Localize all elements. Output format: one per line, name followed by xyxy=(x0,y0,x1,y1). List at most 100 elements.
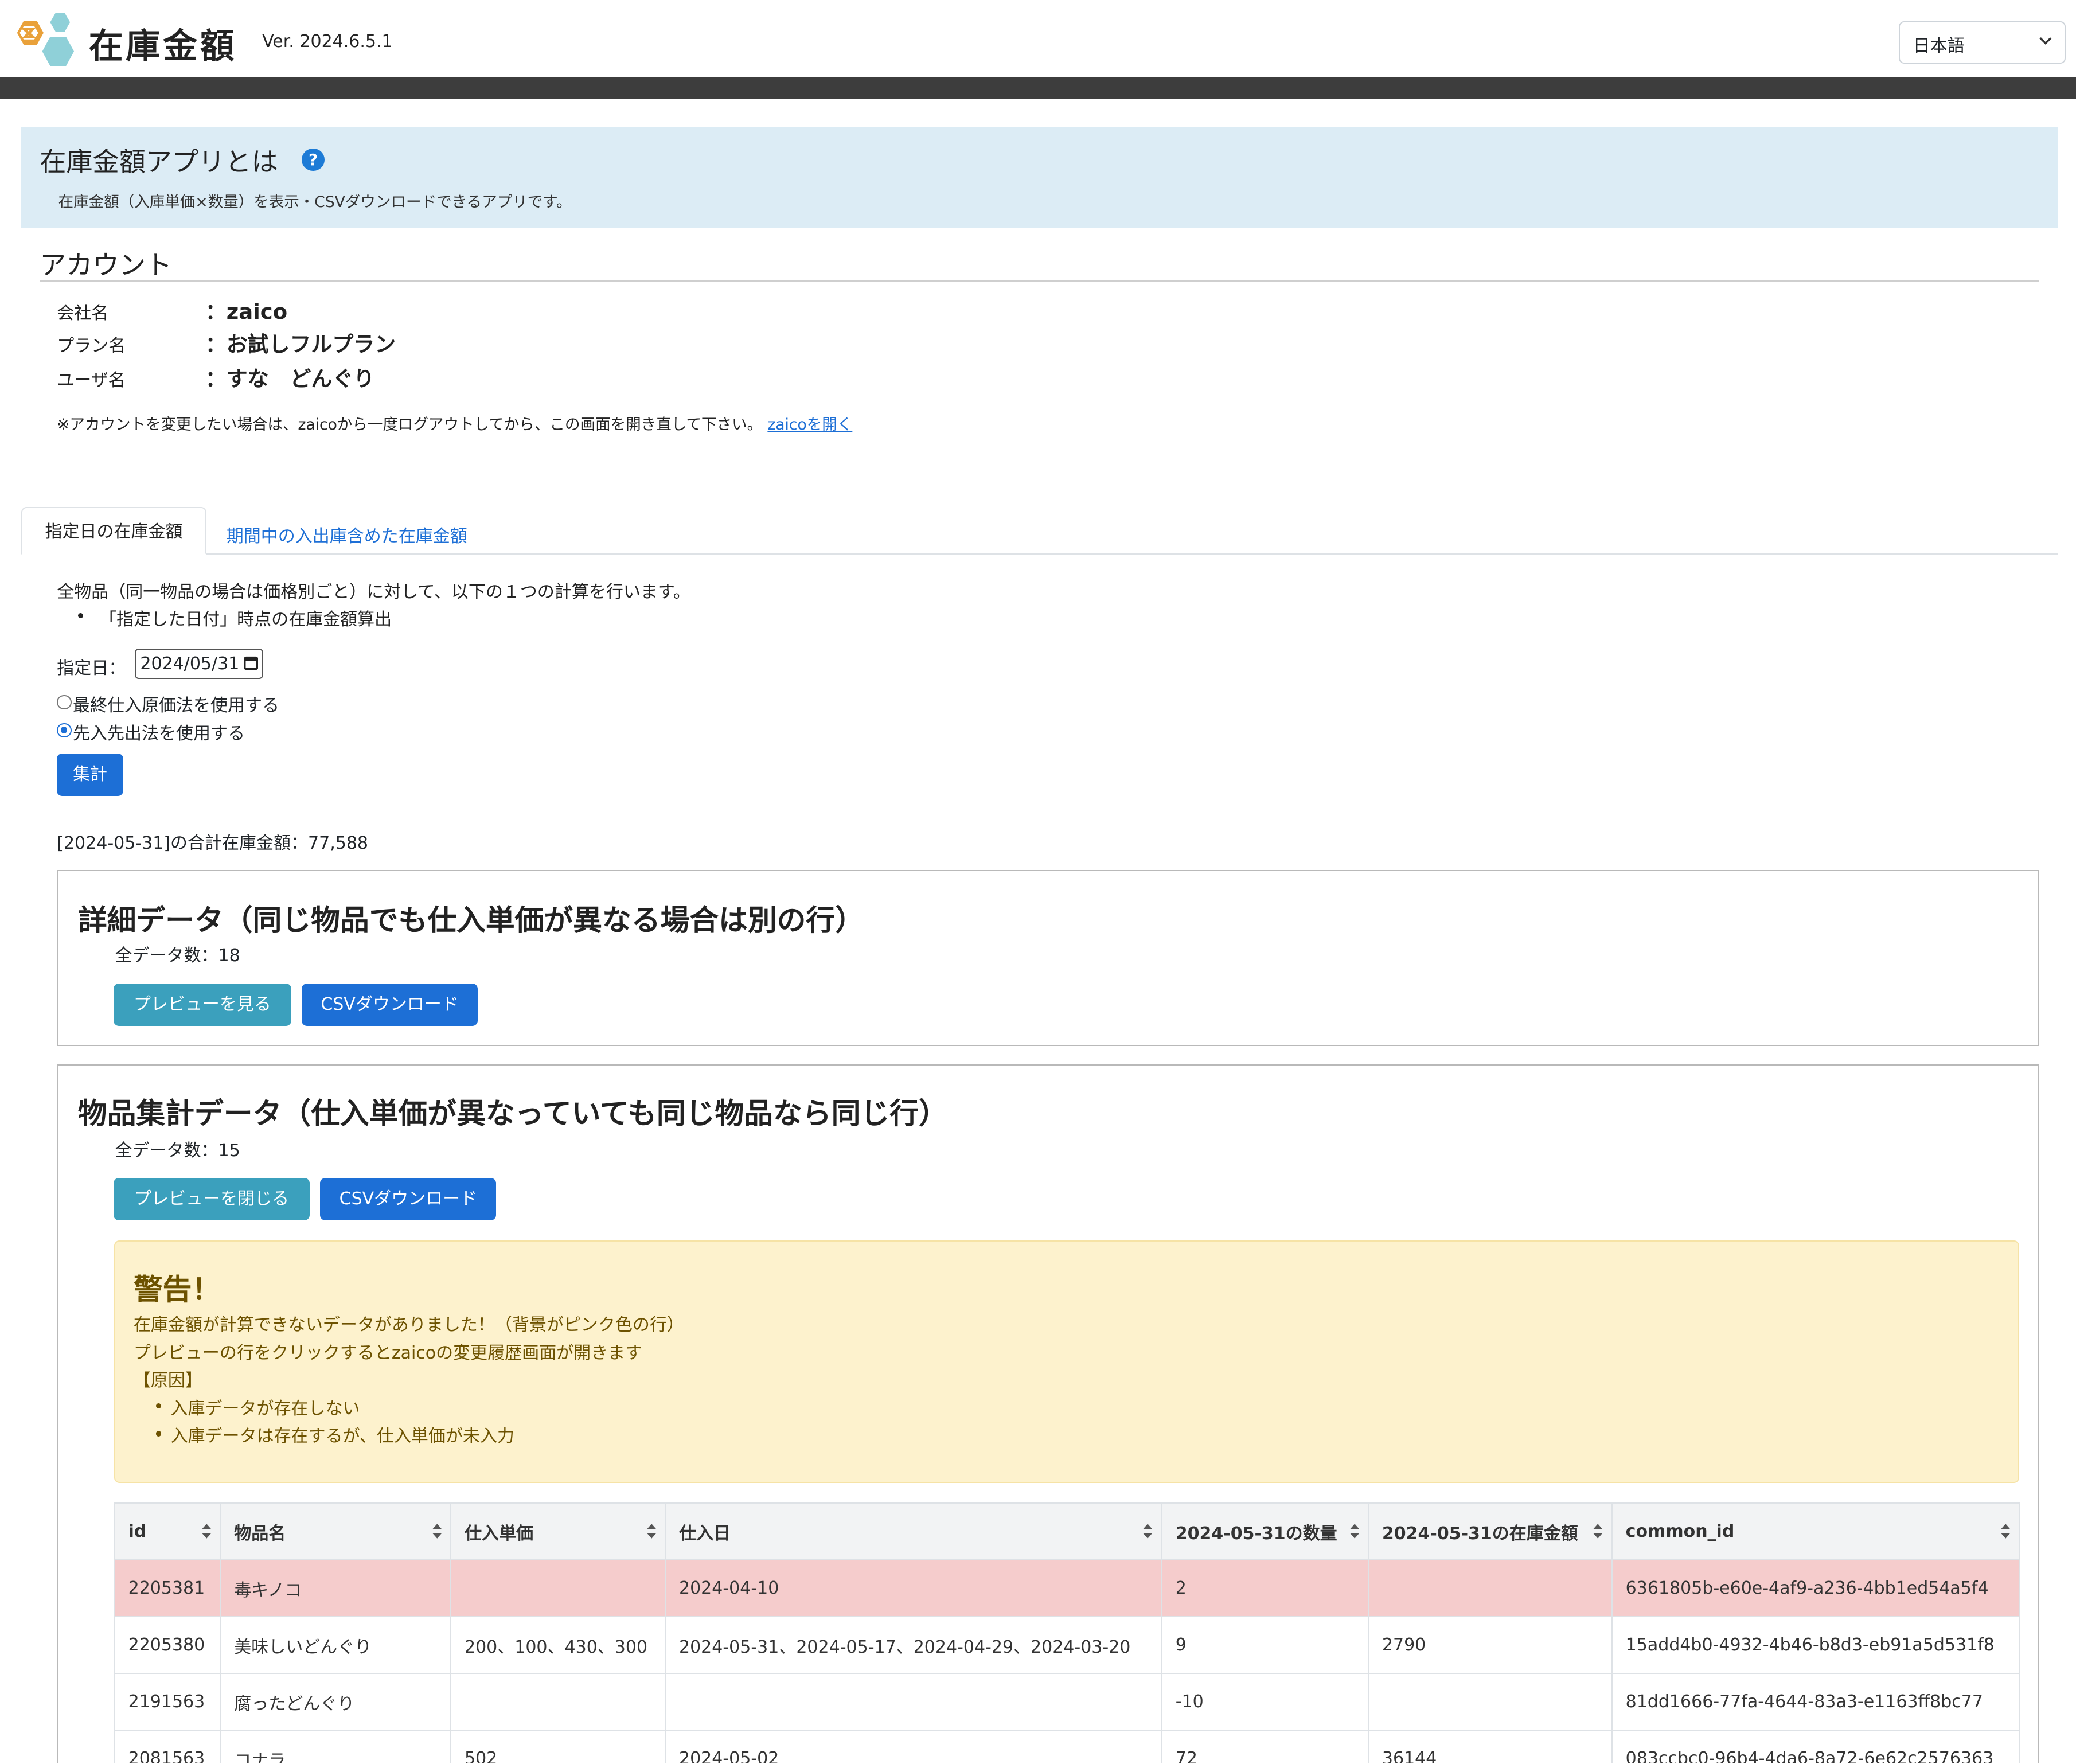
sort-icon xyxy=(1349,1523,1359,1539)
preview-table: id 物品名 仕入単価 仕入日 2024-05-31の数量 2024-05-31… xyxy=(114,1502,2020,1764)
table-cell: 502 xyxy=(450,1730,666,1764)
table-cell: 9 xyxy=(1161,1616,1369,1675)
date-value: 2024/05/31 xyxy=(140,654,240,674)
table-cell: 2205380 xyxy=(114,1616,221,1675)
header-divider-bar xyxy=(0,76,2076,100)
column-header-item-name[interactable]: 物品名 xyxy=(220,1502,451,1561)
column-header-id[interactable]: id xyxy=(114,1502,221,1561)
bullet-dot xyxy=(156,1403,162,1409)
summary-close-preview-button[interactable]: プレビューを閉じる xyxy=(114,1178,310,1221)
account-row-plan: プラン名 ：お試しフルプラン xyxy=(57,327,396,358)
calc-bullet: 「指定した日付」時点の在庫金額算出 xyxy=(99,610,392,630)
detail-data-card: 詳細データ（同じ物品でも仕入単価が異なる場合は別の行） 全データ数：18 プレビ… xyxy=(57,869,2039,1046)
table-cell: 81dd1666-77fa-4644-83a3-e1163ff8bc77 xyxy=(1611,1673,2020,1731)
warning-cause-heading: 【原因】 xyxy=(133,1371,202,1391)
warning-line: 在庫金額が計算できないデータがありました！（背景がピンク色の行） xyxy=(133,1315,684,1336)
question-icon[interactable]: ? xyxy=(302,148,325,171)
app-header: 在庫金額 Ver. 2024.6.5.1 日本語 xyxy=(0,0,2076,77)
table-cell: 083ccbc0-96b4-4da6-8a72-6e62c2576363 xyxy=(1611,1730,2020,1764)
table-cell: 2191563 xyxy=(114,1673,221,1731)
summary-csv-download-button[interactable]: CSVダウンロード xyxy=(320,1178,497,1221)
chevron-down-icon xyxy=(2039,37,2052,45)
column-header-unit-price[interactable]: 仕入単価 xyxy=(450,1502,666,1561)
table-cell: 腐ったどんぐり xyxy=(220,1673,451,1731)
open-zaico-link[interactable]: zaicoを開く xyxy=(767,416,852,434)
summary-card-title: 物品集計データ（仕入単価が異なっていても同じ物品なら同じ行） xyxy=(77,1096,948,1130)
radio-last-purchase-label: 最終仕入原価法を使用する xyxy=(72,696,279,716)
table-row-error[interactable]: 2205381 毒キノコ 2024-04-10 2 6361805b-e60e-… xyxy=(114,1559,2020,1618)
table-cell xyxy=(664,1673,1162,1731)
calc-description: 全物品（同一物品の場合は価格別ごと）に対して、以下の１つの計算を行います。 xyxy=(57,582,690,602)
detail-csv-download-button[interactable]: CSVダウンロード xyxy=(302,984,478,1026)
column-header-label: 2024-05-31の在庫金額 xyxy=(1382,1523,1578,1544)
sort-icon xyxy=(202,1523,212,1539)
warning-cause: 入庫データは存在するが、仕入単価が未入力 xyxy=(170,1426,514,1447)
table-cell xyxy=(1367,1559,1613,1618)
column-header-label: 仕入日 xyxy=(679,1523,731,1544)
warning-alert: 警告！ 在庫金額が計算できないデータがありました！（背景がピンク色の行） プレビ… xyxy=(114,1240,2019,1483)
summary-count: 全データ数：15 xyxy=(115,1140,240,1161)
detail-card-title: 詳細データ（同じ物品でも仕入単価が異なる場合は別の行） xyxy=(77,903,864,937)
account-note: ※アカウントを変更したい場合は、zaicoから一度ログアウトしてから、この画面を… xyxy=(57,412,852,434)
calendar-icon[interactable] xyxy=(244,655,258,670)
table-row[interactable]: 2081563 コナラ 502 2024-05-02 72 36144 083c… xyxy=(114,1730,2020,1764)
table-cell: 72 xyxy=(1161,1730,1369,1764)
intro-title: 在庫金額アプリとは xyxy=(40,146,278,177)
account-label: ユーザ名 xyxy=(57,370,126,391)
table-cell: 美味しいどんぐり xyxy=(220,1616,451,1675)
detail-preview-button[interactable]: プレビューを見る xyxy=(114,984,291,1026)
account-row-company: 会社名 ：zaico xyxy=(57,294,287,325)
radio-last-purchase[interactable] xyxy=(57,695,72,710)
table-cell: 2024-05-02 xyxy=(664,1730,1162,1764)
column-header-label: id xyxy=(128,1521,147,1542)
radio-fifo-label: 先入先出法を使用する xyxy=(72,723,245,744)
column-header-purchase-date[interactable]: 仕入日 xyxy=(664,1502,1162,1561)
bullet-dot xyxy=(78,612,84,619)
table-cell: 2205381 xyxy=(114,1559,221,1618)
table-row[interactable]: 2205380 美味しいどんぐり 200、100、430、300 2024-05… xyxy=(114,1616,2020,1675)
column-header-common-id[interactable]: common_id xyxy=(1611,1502,2020,1561)
table-cell: 2 xyxy=(1161,1559,1369,1618)
intro-description: 在庫金額（入庫単価×数量）を表示・CSVダウンロードできるアプリです。 xyxy=(58,193,572,212)
bullet-dot xyxy=(156,1431,162,1437)
aggregate-button[interactable]: 集計 xyxy=(57,753,123,796)
account-value: ：zaico xyxy=(205,299,288,324)
table-row[interactable]: 2191563 腐ったどんぐり -10 81dd1666-77fa-4644-8… xyxy=(114,1673,2020,1731)
column-header-inventory-amount[interactable]: 2024-05-31の在庫金額 xyxy=(1367,1502,1613,1561)
version-label: Ver. 2024.6.5.1 xyxy=(262,32,393,52)
table-cell xyxy=(450,1559,666,1618)
tab-period-inventory[interactable]: 期間中の入出庫含めた在庫金額 xyxy=(227,522,467,547)
sort-icon xyxy=(432,1523,442,1539)
account-value: ：すな どんぐり xyxy=(205,366,375,392)
table-cell: 6361805b-e60e-4af9-a236-4bb1ed54a5f4 xyxy=(1611,1559,2020,1618)
table-cell xyxy=(1367,1673,1613,1731)
account-divider xyxy=(40,280,2039,282)
tabs-divider xyxy=(21,553,2058,555)
column-header-label: 仕入単価 xyxy=(465,1523,533,1544)
table-cell: コナラ xyxy=(220,1730,451,1764)
date-label: 指定日： xyxy=(57,658,126,679)
column-header-label: 2024-05-31の数量 xyxy=(1175,1523,1337,1544)
sort-icon xyxy=(1143,1523,1153,1539)
table-cell: 2024-05-31、2024-05-17、2024-04-29、2024-03… xyxy=(664,1616,1162,1675)
app-title: 在庫金額 xyxy=(88,26,237,67)
sort-icon xyxy=(646,1523,656,1539)
table-cell xyxy=(450,1673,666,1731)
account-row-user: ユーザ名 ：すな どんぐり xyxy=(57,361,374,392)
tab-specified-date[interactable]: 指定日の在庫金額 xyxy=(21,507,207,555)
table-cell: 2081563 xyxy=(114,1730,221,1764)
language-select[interactable]: 日本語 xyxy=(1898,21,2066,64)
account-value: ：お試しフルプラン xyxy=(205,332,396,357)
sort-icon xyxy=(1593,1523,1603,1539)
language-value: 日本語 xyxy=(1913,36,1965,57)
account-title: アカウント xyxy=(40,249,173,280)
account-label: 会社名 xyxy=(57,303,109,323)
warning-cause: 入庫データが存在しない xyxy=(170,1398,360,1419)
column-header-quantity[interactable]: 2024-05-31の数量 xyxy=(1161,1502,1369,1561)
warning-line: プレビューの行をクリックするとzaicoの変更履歴画面が開きます xyxy=(133,1342,643,1363)
table-cell: 2790 xyxy=(1367,1616,1613,1675)
radio-fifo[interactable] xyxy=(57,723,72,737)
table-cell: -10 xyxy=(1161,1673,1369,1731)
table-header-row: id 物品名 仕入単価 仕入日 2024-05-31の数量 2024-05-31… xyxy=(114,1502,2020,1561)
detail-count: 全データ数：18 xyxy=(115,946,240,966)
